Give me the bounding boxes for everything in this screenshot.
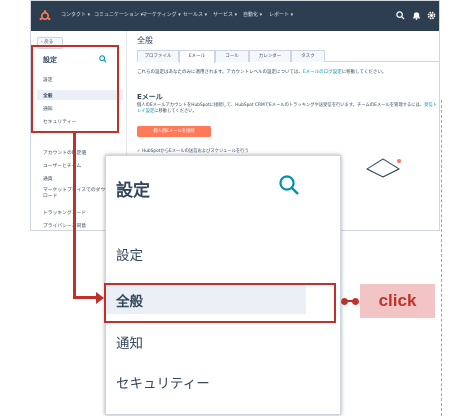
dashed-divider (441, 100, 442, 416)
search-icon[interactable] (278, 174, 300, 196)
tab-call[interactable]: コール (215, 50, 249, 62)
zoom-sidebar-title: 設定 (116, 181, 150, 201)
sidebar-item-marketplace-downloads[interactable]: マーケットプレイスでのダウンロード (43, 188, 113, 200)
click-callout-label: click (360, 284, 435, 318)
connect-personal-email-button[interactable]: 個人用Eメールを接続 (137, 126, 211, 137)
email-log-settings-link[interactable]: Eメールのログ設定 (303, 70, 342, 75)
nav-contacts[interactable]: コンタクト ▾ (61, 11, 90, 18)
sidebar-item-privacy-consent[interactable]: プライバシーと同意 (43, 222, 86, 229)
nav-service[interactable]: サービス ▾ (213, 11, 237, 18)
note-text-prefix: これらの設定はあなたのみに適用されます。アカウントレベルの設定については、 (137, 70, 303, 75)
sidebar-item-account-defaults[interactable]: アカウントの既定値 (43, 149, 86, 156)
zoom-item-notifications[interactable]: 通知 (116, 332, 143, 352)
highlight-box-general-item (104, 283, 336, 323)
bell-icon[interactable] (412, 11, 421, 20)
email-section-title: Eメール (137, 93, 163, 101)
nav-sales[interactable]: セールス ▾ (183, 11, 207, 18)
page-title: 全般 (137, 36, 153, 45)
nav-marketing[interactable]: マーケティング ▾ (142, 11, 181, 18)
nav-communication[interactable]: コミュニケーション ▾ (94, 11, 143, 18)
connector-line-horizontal (73, 296, 97, 299)
sidebar-item-tracking-code[interactable]: トラッキングコード (43, 209, 86, 216)
connector-line-vertical (73, 133, 76, 297)
nav-reports[interactable]: レポート ▾ (269, 11, 293, 18)
settings-tabs: プロファイル Eメール コール カレンダー タスク (137, 50, 439, 63)
search-icon[interactable] (396, 11, 405, 20)
nav-automation[interactable]: 自動化 ▾ (243, 11, 262, 18)
zoom-item-settings[interactable]: 設定 (116, 244, 143, 264)
highlight-box-sidebar-menu (31, 45, 119, 133)
email-illustration-icon (365, 158, 401, 178)
arrowhead-icon (96, 292, 104, 304)
tab-calendar[interactable]: カレンダー (249, 50, 291, 62)
tab-tasks[interactable]: タスク (291, 50, 325, 62)
callout-dot-right (352, 298, 359, 305)
desc-text-1: 個人のEメールアカウントをHubSpotに接続して、HubSpot CRMでEメ… (137, 103, 425, 108)
tutorial-figure: コンタクト ▾ コミュニケーション ▾ マーケティング ▾ セールス ▾ サービ… (0, 0, 458, 416)
hubspot-logo-icon[interactable] (39, 10, 51, 22)
top-navigation-bar: コンタクト ▾ コミュニケーション ▾ マーケティング ▾ セールス ▾ サービ… (31, 1, 439, 31)
tab-email[interactable]: Eメール (179, 50, 215, 63)
gear-icon[interactable] (427, 11, 436, 20)
feature-check-item: ✓ HubSpotからEメールの送信およびスケジュールを行う (137, 149, 249, 154)
zoom-item-security[interactable]: セキュリティー (116, 372, 210, 392)
sidebar-item-currency[interactable]: 通貨 (43, 175, 53, 182)
note-text-suffix: に移動してください。 (341, 70, 387, 75)
tab-profile[interactable]: プロファイル (137, 50, 179, 62)
email-section-description: 個人のEメールアカウントをHubSpotに接続して、HubSpot CRMでEメ… (137, 103, 437, 115)
settings-scope-note: これらの設定はあなたのみに適用されます。アカウントレベルの設定については、Eメー… (137, 69, 386, 75)
desc-text-2: に移動してください。 (154, 109, 197, 114)
